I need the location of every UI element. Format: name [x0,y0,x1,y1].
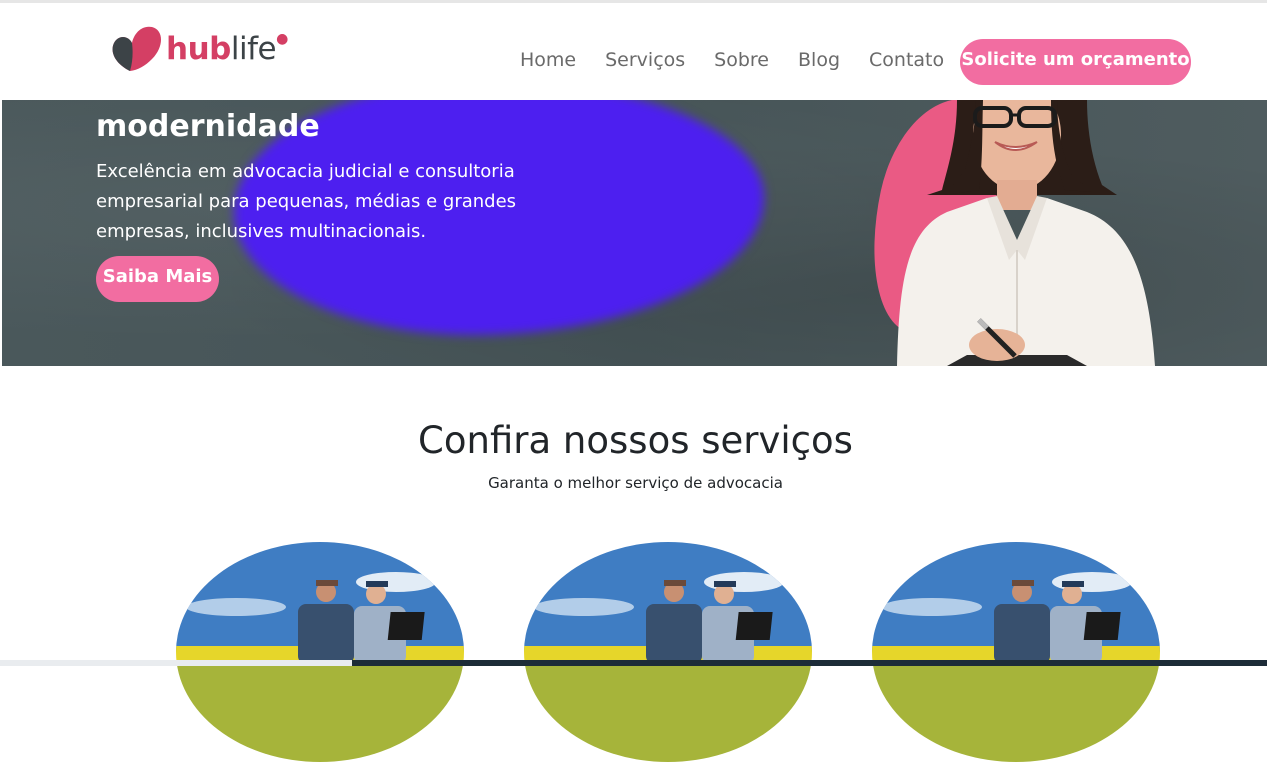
service-card-image[interactable] [872,542,1160,762]
farmers-image [524,542,812,762]
services-subtitle: Garanta o melhor serviço de advocacia [488,474,783,492]
farmers-image [872,542,1160,762]
nav-blog[interactable]: Blog [798,47,840,73]
service-card-image[interactable] [524,542,812,762]
heart-logo-icon [112,26,161,72]
service-card-image[interactable] [176,542,464,762]
request-quote-button[interactable]: Solicite um orçamento [960,39,1191,85]
farmers-image [176,542,464,762]
nav-servicos[interactable]: Serviços [605,47,685,73]
hero-banner: modernidade Excelência em advocacia judi… [2,100,1267,366]
hero-heading: modernidade [96,109,320,144]
bottom-strip-light [0,660,352,666]
businesswoman-image [897,100,1155,366]
logo-wordmark: hublife● [166,31,288,67]
nav-contato[interactable]: Contato [869,47,944,73]
main-nav: Home Serviços Sobre Blog Contato [520,47,944,73]
hero-subtitle: Excelência em advocacia judicial e consu… [96,161,517,242]
nav-sobre[interactable]: Sobre [714,47,769,73]
navbar: hublife● Home Serviços Sobre Blog Contat… [0,3,1267,100]
hublife-logo[interactable]: hublife● [108,21,298,77]
nav-home[interactable]: Home [520,47,576,73]
learn-more-button[interactable]: Saiba Mais [96,256,219,302]
services-title: Confira nossos serviços [418,419,853,462]
